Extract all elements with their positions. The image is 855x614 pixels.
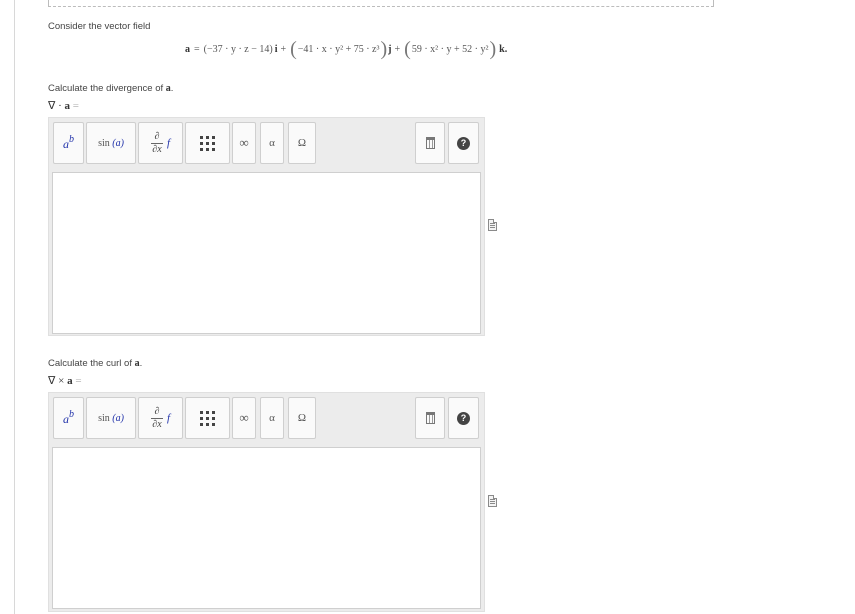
curl-answer-input[interactable] bbox=[52, 447, 481, 609]
divergence-editor: ab sin (a) ∂ ∂x f ∞ α Ω ? bbox=[48, 117, 485, 336]
symbols-button[interactable]: Ω bbox=[288, 122, 316, 164]
symbol-icon: Ω bbox=[297, 412, 307, 424]
help-icon: ? bbox=[457, 136, 470, 150]
k-component: 59 · x² · y + 52 · y² bbox=[411, 43, 489, 55]
sine-button[interactable]: sin (a) bbox=[86, 397, 136, 439]
greek-letter-icon: α bbox=[269, 412, 275, 424]
trash-icon bbox=[425, 412, 435, 424]
question-top-divider bbox=[48, 0, 714, 7]
vector-field-formula: a = (−37 · y · z − 14) i + ( −41 · x · y… bbox=[185, 38, 508, 60]
partial-derivative-icon: ∂ ∂x bbox=[150, 405, 163, 430]
document-icon[interactable] bbox=[488, 219, 497, 231]
trash-icon bbox=[425, 137, 435, 149]
sine-icon: sin (a) bbox=[98, 137, 124, 149]
sine-button[interactable]: sin (a) bbox=[86, 122, 136, 164]
derivative-button[interactable]: ∂ ∂x f bbox=[138, 397, 183, 439]
partial-derivative-icon: ∂ ∂x bbox=[150, 130, 163, 155]
help-button[interactable]: ? bbox=[448, 397, 479, 439]
infinity-button[interactable]: ∞ bbox=[232, 122, 256, 164]
matrix-icon bbox=[200, 135, 215, 151]
matrix-icon bbox=[200, 410, 215, 426]
curl-lhs: ∇ × a = bbox=[48, 375, 82, 387]
divergence-answer-input[interactable] bbox=[52, 172, 481, 334]
clear-button[interactable] bbox=[415, 122, 445, 164]
infinity-icon: ∞ bbox=[239, 410, 249, 425]
matrix-button[interactable] bbox=[185, 397, 230, 439]
greek-letters-button[interactable]: α bbox=[260, 122, 284, 164]
editor-toolbar: ab sin (a) ∂ ∂x f ∞ α Ω ? bbox=[49, 393, 484, 445]
divergence-lhs: ∇ · a = bbox=[48, 100, 79, 112]
document-icon[interactable] bbox=[488, 495, 497, 507]
i-component: (−37 · y · z − 14) bbox=[203, 43, 273, 55]
symbol-icon: Ω bbox=[297, 137, 307, 149]
intro-text: Consider the vector field bbox=[48, 21, 151, 32]
page-left-border bbox=[14, 0, 15, 614]
clear-button[interactable] bbox=[415, 397, 445, 439]
power-button[interactable]: ab bbox=[53, 122, 84, 164]
symbols-button[interactable]: Ω bbox=[288, 397, 316, 439]
divergence-prompt: Calculate the divergence of a. bbox=[48, 83, 174, 94]
power-icon: ab bbox=[63, 133, 74, 151]
help-button[interactable]: ? bbox=[448, 122, 479, 164]
greek-letter-icon: α bbox=[269, 137, 275, 149]
infinity-icon: ∞ bbox=[239, 135, 249, 150]
power-icon: ab bbox=[63, 408, 74, 426]
greek-letters-button[interactable]: α bbox=[260, 397, 284, 439]
help-icon: ? bbox=[457, 411, 470, 425]
j-component: −41 · x · y² + 75 · z³ bbox=[297, 43, 380, 55]
matrix-button[interactable] bbox=[185, 122, 230, 164]
infinity-button[interactable]: ∞ bbox=[232, 397, 256, 439]
editor-toolbar: ab sin (a) ∂ ∂x f ∞ α Ω ? bbox=[49, 118, 484, 170]
power-button[interactable]: ab bbox=[53, 397, 84, 439]
curl-prompt: Calculate the curl of a. bbox=[48, 358, 143, 369]
sine-icon: sin (a) bbox=[98, 412, 124, 424]
curl-editor: ab sin (a) ∂ ∂x f ∞ α Ω ? bbox=[48, 392, 485, 612]
derivative-button[interactable]: ∂ ∂x f bbox=[138, 122, 183, 164]
